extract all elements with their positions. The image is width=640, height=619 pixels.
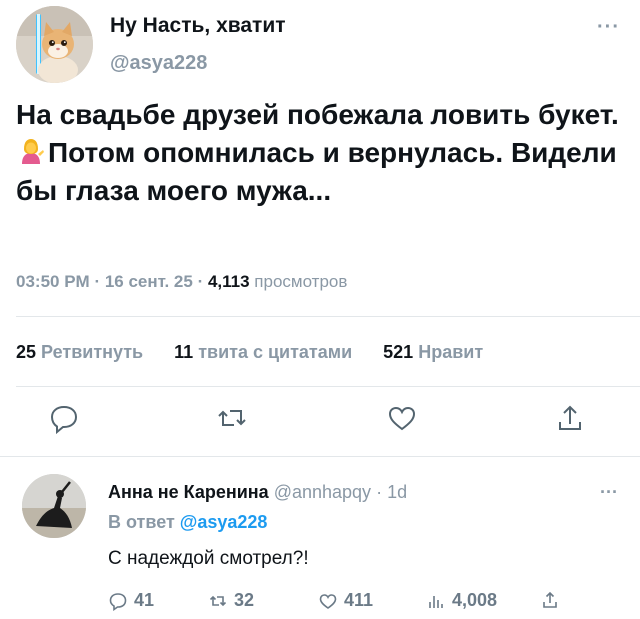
reply-author-handle[interactable]: @annhapqy [274, 482, 371, 502]
reply-replies-count: 41 [134, 590, 155, 610]
retweet-icon [218, 410, 246, 426]
share-button[interactable] [552, 400, 588, 436]
retweets-label[interactable]: Ретвитнуть [41, 342, 143, 362]
reply-author-avatar[interactable] [22, 474, 86, 538]
reply-share-button[interactable] [540, 590, 560, 610]
tweet-meta: 03:50 PM · 16 сент. 25 · 4,113 просмотро… [16, 272, 347, 292]
quotes-count[interactable]: 11 [174, 342, 193, 362]
meta-separator: · [197, 272, 208, 291]
main-tweet: Ну Насть, хватит @asya228 ··· На свадьбе… [0, 0, 640, 458]
tweet-text: На свадьбе друзей побежала ловить букет.… [16, 96, 626, 210]
meta-separator: · [94, 272, 105, 291]
reply-age[interactable]: 1d [387, 482, 407, 502]
author-handle[interactable]: @asya228 [110, 52, 207, 75]
reply-likes-count: 411 [344, 590, 374, 610]
views-chart-icon [429, 595, 443, 608]
quotes-label[interactable]: твита с цитатами [198, 342, 352, 362]
reply-actions: 41 32 411 4,008 [108, 590, 628, 614]
author-avatar[interactable] [16, 6, 93, 83]
divider [16, 316, 640, 317]
more-options-icon[interactable]: ··· [597, 16, 620, 39]
tweet-time[interactable]: 03:50 PM [16, 272, 90, 291]
tweet-actions [0, 400, 640, 440]
reply-like-button[interactable]: 411 [318, 590, 373, 611]
share-icon [543, 591, 557, 608]
reply-views-button[interactable]: 4,008 [426, 590, 497, 611]
tweet-date[interactable]: 16 сент. 25 [105, 272, 193, 291]
reply-icon [109, 592, 127, 611]
tweet-text-part2: Потом опомнилась и вернулась. Видели бы … [16, 137, 617, 206]
reply-retweets-count: 32 [234, 590, 255, 610]
retweets-count[interactable]: 25 [16, 342, 36, 362]
retweet-button[interactable] [214, 400, 250, 436]
heart-icon [388, 406, 416, 431]
reply-reply-button[interactable]: 41 [108, 590, 154, 611]
heart-icon [319, 593, 337, 609]
reply-views-count: 4,008 [452, 590, 498, 610]
reply-to-mention[interactable]: @asya228 [180, 512, 268, 532]
reply-author-name[interactable]: Анна не Каренина [108, 482, 269, 502]
reply-icon [50, 405, 78, 435]
share-icon [559, 405, 581, 430]
divider [16, 386, 640, 387]
meta-separator: · [376, 482, 388, 502]
likes-count[interactable]: 521 [383, 342, 413, 362]
engagement-stats: 25 Ретвитнуть 11 твита с цитатами 521 Нр… [16, 342, 509, 363]
reply-header: Анна не Каренина @annhapqy · 1d [108, 482, 407, 503]
likes-label[interactable]: Нравит [418, 342, 483, 362]
reply-text: С надеждой смотрел?! [108, 548, 309, 569]
woman-tipping-hand-emoji-icon [22, 139, 44, 164]
reply-more-options-icon[interactable]: ··· [600, 482, 618, 503]
divider [0, 456, 640, 457]
views-label: просмотров [254, 272, 348, 291]
beach-avatar-image [22, 474, 86, 538]
reply-to-line: В ответ @asya228 [108, 512, 267, 533]
cat-avatar-image [16, 6, 93, 83]
retweet-icon [209, 595, 227, 606]
reply-tweet: Анна не Каренина @annhapqy · 1d ··· В от… [0, 460, 640, 619]
views-count: 4,113 [207, 272, 250, 291]
like-button[interactable] [384, 400, 420, 436]
reply-button[interactable] [46, 400, 82, 436]
tweet-text-part1: На свадьбе друзей побежала ловить букет. [16, 99, 619, 130]
reply-retweet-button[interactable]: 32 [208, 590, 254, 611]
reply-to-label: В ответ [108, 512, 175, 532]
author-name[interactable]: Ну Насть, хватит [110, 14, 286, 38]
